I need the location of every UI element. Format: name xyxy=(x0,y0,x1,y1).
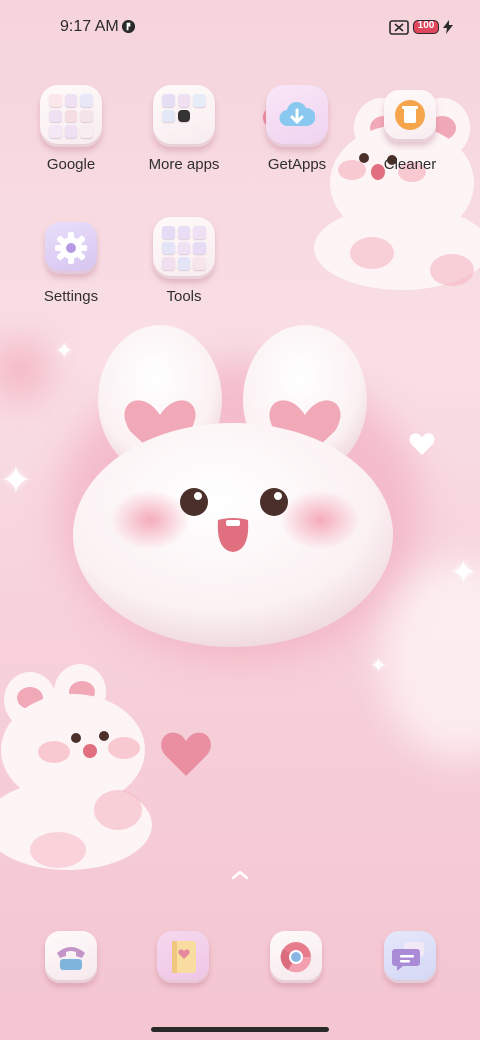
sparkle-icon: ✦ xyxy=(55,338,74,363)
small-bunny-bottom-left xyxy=(0,664,152,870)
cleaner-trash-icon xyxy=(384,90,436,142)
dock-phone[interactable] xyxy=(45,931,97,983)
dock-contacts[interactable] xyxy=(157,931,209,983)
more-apps-folder-icon xyxy=(153,85,215,147)
app-getapps[interactable]: GetApps xyxy=(247,85,347,173)
home-indicator[interactable] xyxy=(151,1027,329,1032)
google-folder-icon xyxy=(40,85,102,147)
clock: 9:17 AM xyxy=(60,18,119,35)
sparkle-icon: ✦ xyxy=(0,460,32,502)
app-google[interactable]: Google xyxy=(21,85,121,173)
contacts-notebook-icon xyxy=(172,941,196,973)
app-tools[interactable]: Tools xyxy=(134,217,234,305)
messages-icon xyxy=(392,942,424,971)
sparkle-icon: ✦ xyxy=(370,655,387,677)
no-sim-icon xyxy=(389,20,409,35)
app-label: Settings xyxy=(43,288,99,305)
notification-icon xyxy=(121,19,136,34)
phone-icon xyxy=(57,947,85,970)
app-label: GetApps xyxy=(267,156,327,173)
app-cleaner[interactable]: Cleaner xyxy=(360,85,460,173)
settings-gear-icon xyxy=(45,222,97,274)
sparkle-icon: ✦ xyxy=(450,554,477,590)
status-bar: 9:17 AM 100 xyxy=(0,0,480,56)
battery-level: 100 xyxy=(417,20,435,31)
charging-bolt-icon xyxy=(443,20,453,34)
battery-icon: 100 xyxy=(413,20,439,34)
tools-folder-icon xyxy=(153,217,215,279)
big-bunny-illustration xyxy=(73,325,393,647)
home-screen: ✦ ✦ ✦ ✦ 9:17 AM 100 Google More apps Get… xyxy=(0,0,480,1040)
heart-decoration-small xyxy=(409,433,435,455)
chevron-up-icon[interactable] xyxy=(230,868,250,882)
heart-decoration-large xyxy=(161,732,211,776)
app-label: Cleaner xyxy=(383,156,437,173)
app-label: More apps xyxy=(148,156,220,173)
app-label: Google xyxy=(46,156,96,173)
app-label: Tools xyxy=(166,288,202,305)
app-more-apps[interactable]: More apps xyxy=(134,85,234,173)
dock-messages[interactable] xyxy=(384,931,436,983)
dock-chrome[interactable] xyxy=(270,931,322,983)
wallpaper-blob xyxy=(0,340,50,400)
getapps-cloud-download-icon xyxy=(266,85,328,147)
app-settings[interactable]: Settings xyxy=(21,217,121,305)
chrome-icon xyxy=(280,942,312,973)
